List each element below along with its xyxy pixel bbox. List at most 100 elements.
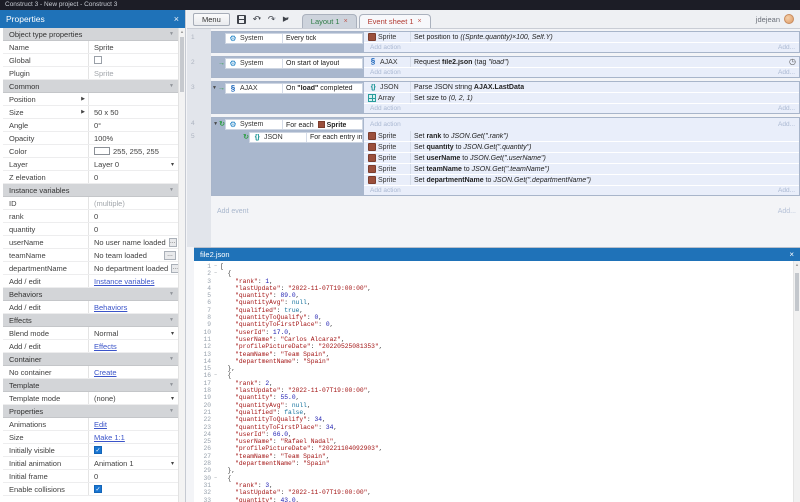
property-link[interactable]: Make 1:1 — [94, 433, 125, 442]
property-link[interactable]: Edit — [94, 420, 107, 429]
add-link[interactable]: Add... — [778, 69, 795, 76]
fold-marker-icon[interactable] — [211, 263, 220, 270]
event-action[interactable]: SpriteSet userName to JSON.Get(".userNam… — [364, 153, 799, 164]
collapse-icon[interactable]: ▼ — [213, 122, 218, 127]
section-header-container[interactable]: Container▼ — [3, 353, 178, 366]
tab-event-sheet-1[interactable]: Event sheet 1 × — [359, 14, 431, 28]
add-action-link[interactable]: Add action — [370, 105, 401, 112]
add-link[interactable]: Add... — [778, 208, 796, 215]
color-swatch[interactable] — [94, 147, 110, 155]
section-header-effects[interactable]: Effects▼ — [3, 314, 178, 327]
scroll-up-icon[interactable]: ▲ — [794, 261, 800, 269]
property-value[interactable]: 0 — [88, 171, 178, 183]
fold-marker-icon[interactable] — [211, 270, 220, 277]
property-value[interactable]: Instance variables — [88, 275, 178, 287]
expand-arrow-icon[interactable]: ▶ — [81, 96, 88, 102]
property-value[interactable]: Effects — [88, 340, 178, 352]
event-condition[interactable]: ⚙SystemEvery tick — [225, 33, 363, 44]
event-condition[interactable]: ⚙SystemFor each Sprite — [225, 119, 363, 130]
event-block-4[interactable]: 4▼↻⚙SystemFor each SpriteAdd actionAdd..… — [211, 117, 800, 196]
event-condition[interactable]: {}JSONFor each entry in "" — [249, 132, 363, 143]
property-value[interactable]: Edit — [88, 418, 178, 430]
property-link[interactable]: Effects — [94, 342, 117, 351]
add-event-link[interactable]: Add event — [217, 208, 249, 215]
property-value[interactable]: Create — [88, 366, 178, 378]
fold-marker-icon[interactable] — [211, 475, 220, 482]
close-icon[interactable]: × — [418, 18, 422, 25]
add-link[interactable]: Add... — [778, 44, 795, 51]
property-value[interactable]: Sprite — [88, 41, 178, 53]
property-value[interactable]: No team loaded… — [88, 249, 178, 261]
property-value[interactable]: ✓ — [88, 444, 178, 456]
scroll-up-icon[interactable]: ▲ — [179, 28, 185, 36]
property-value[interactable]: 0 — [88, 223, 178, 235]
checkbox[interactable]: ✓ — [94, 446, 102, 454]
property-value[interactable]: Behaviors — [88, 301, 178, 313]
section-header-template[interactable]: Template▼ — [3, 379, 178, 392]
add-link[interactable]: Add... — [778, 187, 795, 194]
add-link[interactable]: Add... — [778, 105, 795, 112]
event-condition[interactable]: §AJAXOn "load" completed — [225, 83, 363, 94]
properties-scrollbar[interactable]: ▲ — [178, 28, 185, 502]
checkbox[interactable] — [94, 56, 102, 64]
checkbox[interactable]: ✓ — [94, 485, 102, 493]
caret-down-icon[interactable]: ▾ — [258, 16, 261, 22]
event-action[interactable]: {}JSONParse JSON string AJAX.LastData — [364, 82, 799, 93]
scrollbar-thumb[interactable] — [180, 37, 184, 92]
chevron-down-icon[interactable]: ▾ — [171, 460, 178, 467]
chevron-down-icon[interactable]: ▾ — [171, 161, 178, 168]
add-action-link[interactable]: Add action — [370, 44, 401, 51]
property-value[interactable]: 100% — [88, 132, 178, 144]
property-value[interactable] — [88, 93, 178, 105]
property-value[interactable]: 0 — [88, 470, 178, 482]
ellipsis-button[interactable]: … — [171, 264, 178, 273]
close-icon[interactable]: × — [174, 14, 179, 24]
property-value[interactable]: 255, 255, 255 — [88, 145, 178, 157]
property-value[interactable]: 0 — [88, 210, 178, 222]
event-action[interactable]: SpriteSet quantity to JSON.Get(".quantit… — [364, 142, 799, 153]
property-link[interactable]: Behaviors — [94, 303, 127, 312]
caret-down-icon[interactable]: ▾ — [286, 16, 289, 22]
json-code-area[interactable]: 1[2 {3 "rank": 1,4 "lastUpdate": "2022-1… — [194, 261, 793, 502]
property-value[interactable]: ✓ — [88, 483, 178, 495]
property-value[interactable]: Layer 0▾ — [88, 158, 178, 170]
property-link[interactable]: Instance variables — [94, 277, 154, 286]
event-block-1[interactable]: 1⚙SystemEvery tickSpriteSet position to … — [211, 31, 800, 53]
add-link[interactable]: Add... — [778, 121, 795, 128]
event-block-2[interactable]: 2→⚙SystemOn start of layout§AJAXRequest … — [211, 56, 800, 78]
event-condition[interactable]: ⚙SystemOn start of layout — [225, 58, 363, 69]
event-action[interactable]: SpriteSet position to ((Sprite.quantity)… — [364, 32, 799, 43]
event-action[interactable]: SpriteSet rank to JSON.Get(".rank") — [364, 131, 799, 142]
event-block-5[interactable]: 5↻{}JSONFor each entry in ""SpriteSet ra… — [236, 131, 799, 195]
close-icon[interactable]: × — [344, 18, 348, 25]
property-value[interactable] — [88, 54, 178, 66]
property-value[interactable]: No user name loaded… — [88, 236, 178, 248]
ellipsis-button[interactable]: … — [164, 251, 176, 260]
event-action[interactable]: SpriteSet teamName to JSON.Get(".teamNam… — [364, 164, 799, 175]
property-value[interactable]: 50 x 50 — [88, 106, 178, 118]
fold-marker-icon[interactable] — [211, 372, 220, 379]
chevron-down-icon[interactable]: ▾ — [171, 395, 178, 402]
property-value[interactable]: (none)▾ — [88, 392, 178, 404]
chevron-down-icon[interactable]: ▾ — [171, 330, 178, 337]
add-action-link[interactable]: Add action — [370, 187, 401, 194]
property-value[interactable]: Normal▾ — [88, 327, 178, 339]
expand-arrow-icon[interactable]: ▶ — [81, 109, 88, 115]
scrollbar-thumb[interactable] — [795, 273, 799, 311]
property-value[interactable]: 0° — [88, 119, 178, 131]
collapse-icon[interactable]: ▼ — [212, 86, 217, 91]
menu-button[interactable]: Menu — [193, 13, 230, 26]
property-value[interactable]: (multiple) — [88, 197, 178, 209]
property-value[interactable]: No department loaded… — [88, 262, 178, 274]
close-icon[interactable]: × — [789, 250, 794, 259]
add-action-link[interactable]: Add action — [370, 121, 401, 128]
ellipsis-button[interactable]: … — [169, 238, 177, 247]
json-scrollbar[interactable]: ▲ — [793, 261, 800, 502]
property-value[interactable]: Animation 1▾ — [88, 457, 178, 469]
event-action[interactable]: SpriteSet departmentName to JSON.Get(".d… — [364, 175, 799, 186]
save-icon[interactable] — [237, 15, 246, 24]
tab-layout-1[interactable]: Layout 1 × — [302, 14, 357, 28]
add-action-link[interactable]: Add action — [370, 69, 401, 76]
section-header-common[interactable]: Common▼ — [3, 80, 178, 93]
property-value[interactable]: Make 1:1 — [88, 431, 178, 443]
